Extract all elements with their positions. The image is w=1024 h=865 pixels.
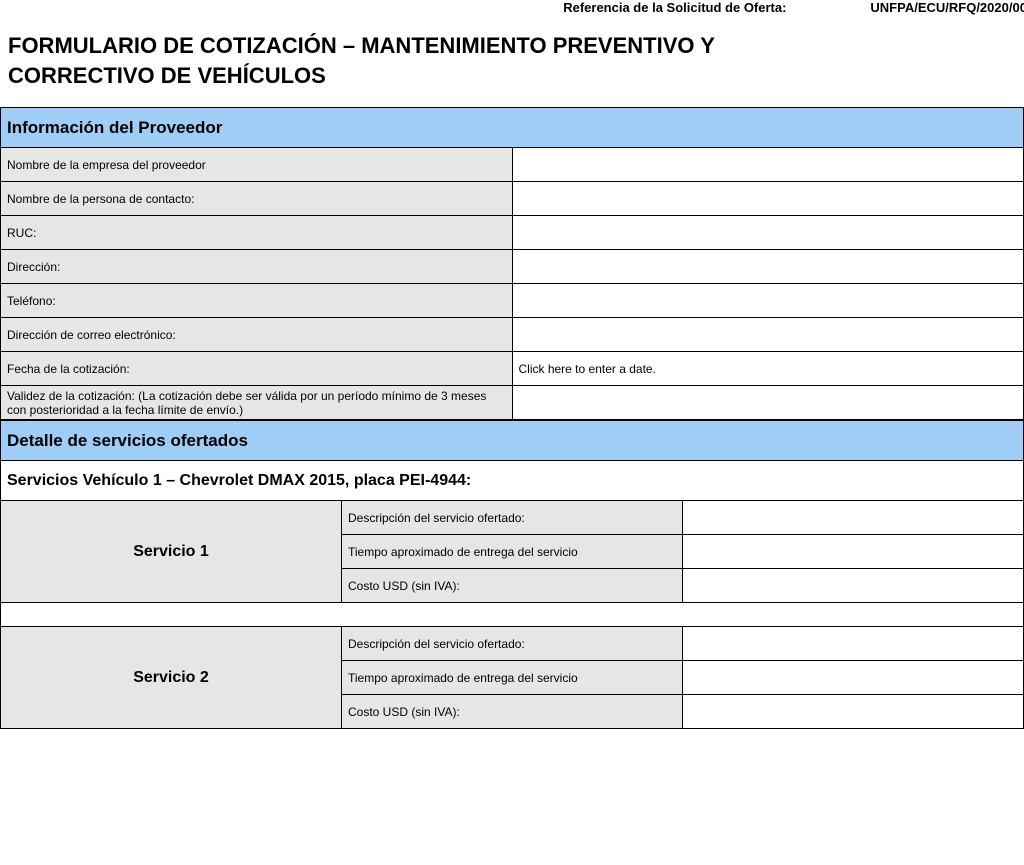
service-sub-label: Descripción del servicio ofertado:: [342, 627, 683, 661]
provider-row: Nombre de la persona de contacto:: [1, 182, 1024, 216]
provider-row-label: Validez de la cotización: (La cotización…: [1, 386, 513, 420]
service-group-label: Servicio 1: [1, 501, 342, 603]
form-title: FORMULARIO DE COTIZACIÓN – MANTENIMIENTO…: [0, 15, 1024, 107]
provider-row: Teléfono:: [1, 284, 1024, 318]
provider-row-value[interactable]: [512, 386, 1024, 420]
ref-value: UNFPA/ECU/RFQ/2020/008: [870, 0, 1024, 15]
provider-row-label: Fecha de la cotización:: [1, 352, 513, 386]
provider-row-label: Dirección:: [1, 250, 513, 284]
provider-row: Fecha de la cotización:Click here to ent…: [1, 352, 1024, 386]
provider-row-value[interactable]: [512, 318, 1024, 352]
service-sub-value[interactable]: [683, 627, 1024, 661]
service-sub-value[interactable]: [683, 501, 1024, 535]
service-sub-row: Servicio 2Descripción del servicio ofert…: [1, 627, 1024, 661]
services-intro-row: Servicios Vehículo 1 – Chevrolet DMAX 20…: [1, 461, 1024, 501]
service-group-label: Servicio 2: [1, 627, 342, 729]
services-section-header: Detalle de servicios ofertados: [1, 421, 1024, 461]
provider-row-value[interactable]: [512, 250, 1024, 284]
provider-row-value[interactable]: [512, 284, 1024, 318]
header-top: Referencia de la Solicitud de Oferta: UN…: [0, 0, 1024, 15]
provider-section-header: Información del Proveedor: [1, 108, 1024, 148]
provider-row-label: Teléfono:: [1, 284, 513, 318]
service-sub-label: Tiempo aproximado de entrega del servici…: [342, 661, 683, 695]
provider-row-label: Nombre de la empresa del proveedor: [1, 148, 513, 182]
service-sub-value[interactable]: [683, 695, 1024, 729]
provider-row-value[interactable]: [512, 182, 1024, 216]
provider-row: Dirección:: [1, 250, 1024, 284]
provider-row-value[interactable]: [512, 216, 1024, 250]
services-intro: Servicios Vehículo 1 – Chevrolet DMAX 20…: [1, 461, 1024, 501]
services-section-title: Detalle de servicios ofertados: [1, 421, 1024, 461]
provider-section-title: Información del Proveedor: [1, 108, 1024, 148]
service-sub-value[interactable]: [683, 535, 1024, 569]
service-group-spacer: [1, 603, 1024, 627]
service-sub-row: Servicio 1Descripción del servicio ofert…: [1, 501, 1024, 535]
provider-row: Validez de la cotización: (La cotización…: [1, 386, 1024, 420]
provider-row-label: Dirección de correo electrónico:: [1, 318, 513, 352]
provider-row-label: RUC:: [1, 216, 513, 250]
provider-row: Nombre de la empresa del proveedor: [1, 148, 1024, 182]
ref-label: Referencia de la Solicitud de Oferta:: [563, 0, 786, 15]
title-line-2: CORRECTIVO DE VEHÍCULOS: [8, 63, 1024, 89]
provider-table: Información del Proveedor Nombre de la e…: [0, 107, 1024, 420]
provider-row: Dirección de correo electrónico:: [1, 318, 1024, 352]
title-line-1: FORMULARIO DE COTIZACIÓN – MANTENIMIENTO…: [8, 33, 1024, 59]
provider-row: RUC:: [1, 216, 1024, 250]
service-sub-label: Descripción del servicio ofertado:: [342, 501, 683, 535]
service-sub-label: Tiempo aproximado de entrega del servici…: [342, 535, 683, 569]
service-sub-label: Costo USD (sin IVA):: [342, 569, 683, 603]
provider-row-value[interactable]: [512, 148, 1024, 182]
provider-row-label: Nombre de la persona de contacto:: [1, 182, 513, 216]
service-sub-value[interactable]: [683, 661, 1024, 695]
services-table: Detalle de servicios ofertados Servicios…: [0, 420, 1024, 729]
provider-row-value[interactable]: Click here to enter a date.: [512, 352, 1024, 386]
service-sub-label: Costo USD (sin IVA):: [342, 695, 683, 729]
service-sub-value[interactable]: [683, 569, 1024, 603]
